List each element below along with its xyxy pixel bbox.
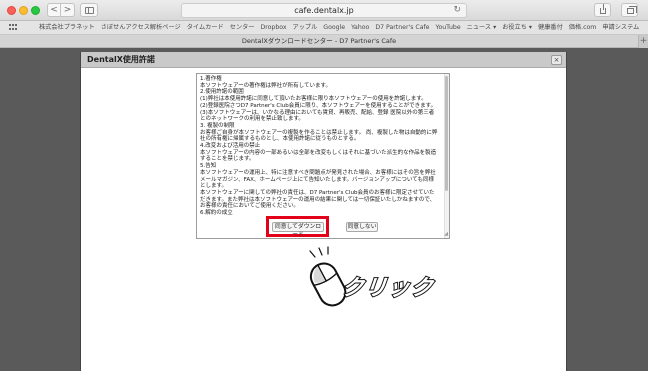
new-tab-button[interactable]: +: [638, 35, 648, 48]
terms-textarea[interactable]: 1.著作権 本ソフトウェアーの著作権は弊社が所有しています。 2.使用許諾の範囲 (1…: [196, 73, 450, 239]
close-window-button[interactable]: [7, 6, 16, 15]
bookmark-item[interactable]: 価格.com: [569, 22, 597, 34]
address-url: cafe.dentalx.jp: [294, 6, 354, 15]
bookmark-item[interactable]: 申請システム: [602, 22, 639, 34]
terms-line: (2)登録医院さつD7 Partner's Club会員に限り、本ソフトウェアー…: [200, 102, 437, 109]
scrollbar-thumb[interactable]: [445, 76, 448, 191]
share-button[interactable]: [594, 3, 611, 17]
share-icon: [600, 4, 606, 14]
top-sites-grid-icon[interactable]: [9, 24, 17, 31]
agree-download-button[interactable]: 同意してダウンロード: [272, 222, 324, 238]
dialog-header: DentalX使用許諾 ×: [81, 52, 566, 68]
back-button[interactable]: <: [47, 3, 61, 17]
terms-line: 本ソフトウェアーの内容の一部あるいは全部を改変もしくはそれに基づいた派生的な作品…: [200, 149, 437, 163]
bookmark-item[interactable]: Google: [323, 22, 345, 34]
dialog-title: DentalX使用許諾: [87, 55, 155, 64]
bookmark-item[interactable]: タイムカード: [187, 22, 224, 34]
browser-toolbar: < > cafe.dentalx.jp ↻: [0, 0, 648, 21]
reload-icon[interactable]: ↻: [453, 4, 461, 17]
zoom-window-button[interactable]: [31, 6, 40, 15]
terms-scrollbar[interactable]: [444, 74, 449, 238]
bookmark-item[interactable]: さぼせんアクセス解析ページ: [101, 22, 181, 34]
disagree-button[interactable]: 同意しない: [346, 222, 378, 232]
terms-line: 本ソフトウェアーの運用上、特に注意すべき問題点が発見された場合、お客様にはその旨…: [200, 169, 436, 190]
bookmarks-bar: 株式会社プラネット さぼせんアクセス解析ページ タイムカード センター Dropbox ア…: [0, 21, 648, 35]
resize-grip-icon[interactable]: ◢: [444, 232, 448, 237]
bookmark-item[interactable]: YouTube: [436, 22, 461, 34]
terms-content: 1.著作権 本ソフトウェアーの著作権は弊社が所有しています。 2.使用許諾の範囲 (1…: [197, 74, 441, 217]
terms-line: 5.告知: [200, 163, 217, 170]
tabs-icon: [627, 6, 637, 14]
bookmark-list: 株式会社プラネット さぼせんアクセス解析ページ タイムカード センター Dropbox ア…: [39, 22, 639, 34]
minimize-window-button[interactable]: [19, 6, 28, 15]
sidebar-toggle-button[interactable]: [80, 3, 98, 17]
bookmark-item[interactable]: センター: [230, 22, 255, 34]
bookmark-item[interactable]: D7 Partner's Cafe: [375, 22, 429, 34]
bookmark-item[interactable]: 株式会社プラネット: [39, 22, 95, 34]
bookmark-item[interactable]: Yahoo: [351, 22, 369, 34]
click-annotation-label: クリック: [339, 275, 436, 302]
terms-line: 4.改変および活用の禁止: [200, 143, 261, 150]
terms-line: (1)弊社は本使用許諾に同意して頂いたお客様に限り本ソフトウェアーの使用を許諾し…: [200, 96, 427, 103]
bookmark-item[interactable]: ニュース ▾: [467, 22, 497, 34]
terms-line: 本ソフトウェアーに関しての弊社の責任は、D7 Partner's Club会員の…: [200, 189, 436, 210]
active-tab[interactable]: DentalXダウンロードセンター - D7 Partner's Cafe: [0, 35, 638, 48]
terms-line: (3)本ソフトウェアーは、いかなる理由においても賃貸、再販売、配給、登録 医院以…: [200, 109, 435, 123]
bookmark-item[interactable]: Dropbox: [260, 22, 286, 34]
terms-line: お客様ご自身が本ソフトウェアーの複製を作ることは禁止します。 尚、複製した物は自…: [200, 129, 438, 143]
license-dialog: DentalX使用許諾 × 1.著作権 本ソフトウェアーの著作権は弊社が所有してい…: [80, 52, 567, 371]
bookmark-item[interactable]: 健康番付: [538, 22, 563, 34]
address-bar[interactable]: cafe.dentalx.jp ↻: [181, 3, 467, 18]
forward-button[interactable]: >: [61, 3, 75, 17]
terms-line: 3. 複製の制限: [200, 122, 235, 129]
sidebar-icon: [85, 7, 94, 14]
bookmark-item[interactable]: アップル: [293, 22, 318, 34]
bookmark-item[interactable]: お役立ち ▾: [502, 22, 532, 34]
show-tabs-button[interactable]: [621, 3, 638, 17]
tab-strip: DentalXダウンロードセンター - D7 Partner's Cafe +: [0, 35, 648, 48]
close-dialog-button[interactable]: ×: [551, 55, 562, 65]
terms-line: 1.著作権: [200, 76, 222, 82]
